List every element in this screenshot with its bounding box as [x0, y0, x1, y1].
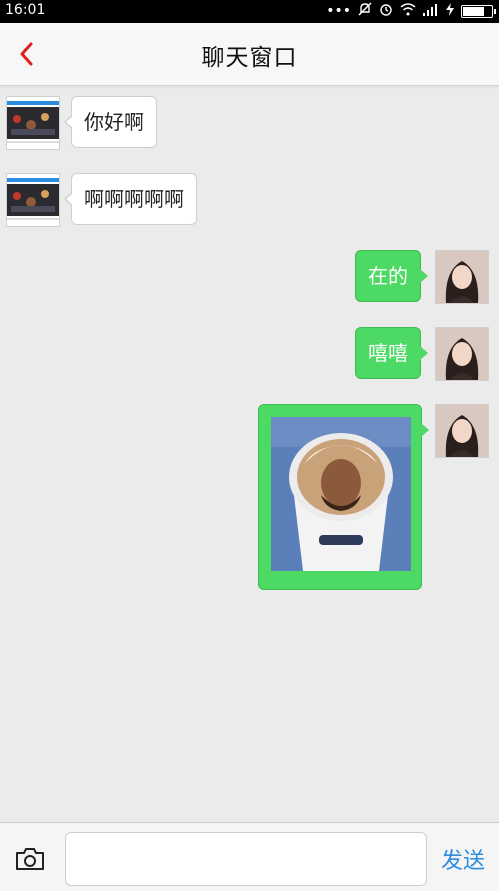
- user-avatar[interactable]: [435, 250, 489, 304]
- status-icons: •••: [326, 2, 496, 20]
- screenshot-thumbnail: [7, 97, 59, 149]
- sent-message: 在的: [355, 250, 428, 302]
- girl-photo: [436, 328, 488, 380]
- received-message: 啊啊啊啊啊: [64, 173, 197, 225]
- girl-photo: [436, 251, 488, 303]
- battery-icon: [461, 4, 496, 18]
- chat-header: 聊天窗口: [0, 23, 499, 86]
- coffee-cup-portrait-photo: [271, 417, 411, 571]
- sent-image-message[interactable]: [258, 404, 429, 590]
- signal-icon: [423, 3, 439, 20]
- screenshot-thumbnail: [7, 174, 59, 226]
- more-dots-icon: •••: [326, 3, 351, 19]
- camera-icon: [16, 848, 44, 870]
- message-text: 嘻嘻: [368, 341, 408, 365]
- camera-button[interactable]: [14, 846, 46, 872]
- sent-message: 嘻嘻: [355, 327, 428, 379]
- charging-icon: [446, 2, 454, 20]
- status-time: 16:01: [5, 2, 46, 18]
- wifi-icon: [400, 2, 416, 20]
- mute-icon: [358, 2, 372, 20]
- message-text: 在的: [368, 264, 408, 288]
- girl-photo: [436, 405, 488, 457]
- message-text: 啊啊啊啊啊: [84, 187, 184, 211]
- message-input[interactable]: [65, 832, 427, 886]
- contact-avatar[interactable]: [6, 173, 60, 227]
- alarm-icon: [379, 2, 393, 20]
- page-title: 聊天窗口: [201, 45, 298, 71]
- status-bar: 16:01 •••: [0, 0, 499, 23]
- user-avatar[interactable]: [435, 327, 489, 381]
- received-message: 你好啊: [64, 96, 157, 148]
- contact-avatar[interactable]: [6, 96, 60, 150]
- send-button[interactable]: 发送: [441, 843, 485, 875]
- input-bar: 发送: [0, 822, 499, 891]
- message-text: 你好啊: [84, 110, 144, 134]
- user-avatar[interactable]: [435, 404, 489, 458]
